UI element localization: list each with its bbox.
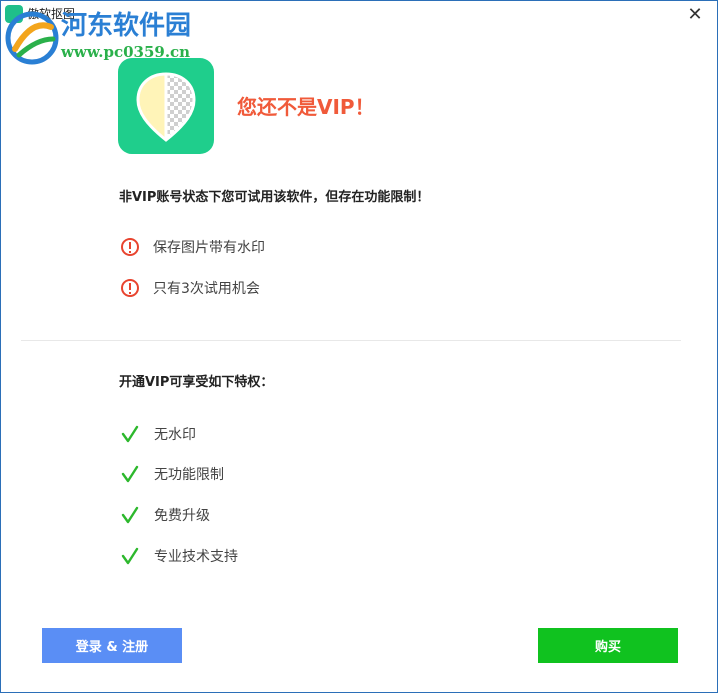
vip-dialog-window: 傲软抠图 ✕ 河东软件园 www.pc0359.cn 您还不是VIP！ 非VIP… <box>0 0 718 693</box>
app-logo <box>118 58 214 154</box>
section-divider <box>21 340 681 341</box>
privileges-title: 开通VIP可享受如下特权： <box>119 375 274 390</box>
perk-item-free-upgrade: 免费升级 <box>121 504 210 526</box>
limit-item-label: 保存图片带有水印 <box>153 240 265 256</box>
warning-icon <box>121 279 139 297</box>
perk-item-label: 专业技术支持 <box>154 549 238 565</box>
limit-item-label: 只有3次试用机会 <box>153 281 260 297</box>
perk-item-no-limits: 无功能限制 <box>121 463 224 485</box>
perk-item-label: 无功能限制 <box>154 467 224 483</box>
check-icon <box>121 506 139 524</box>
leaf-half-transparent-icon <box>136 72 196 142</box>
warning-icon <box>121 238 139 256</box>
limit-item-trials: 只有3次试用机会 <box>121 277 260 299</box>
buy-button[interactable]: 购买 <box>538 628 678 663</box>
check-icon <box>121 547 139 565</box>
perk-item-no-watermark: 无水印 <box>121 423 196 445</box>
vip-status-headline: 您还不是VIP！ <box>237 95 375 119</box>
perk-item-support: 专业技术支持 <box>121 545 238 567</box>
perk-item-label: 免费升级 <box>154 508 210 524</box>
login-register-button[interactable]: 登录 & 注册 <box>42 628 182 663</box>
close-button[interactable]: ✕ <box>685 5 705 25</box>
trial-notice: 非VIP账号状态下您可试用该软件，但存在功能限制！ <box>119 190 430 205</box>
watermark-logo-icon <box>5 11 59 65</box>
check-icon <box>121 465 139 483</box>
watermark-site-name: 河东软件园 <box>61 11 192 41</box>
check-icon <box>121 425 139 443</box>
perk-item-label: 无水印 <box>154 427 196 443</box>
limit-item-watermark: 保存图片带有水印 <box>121 236 265 258</box>
